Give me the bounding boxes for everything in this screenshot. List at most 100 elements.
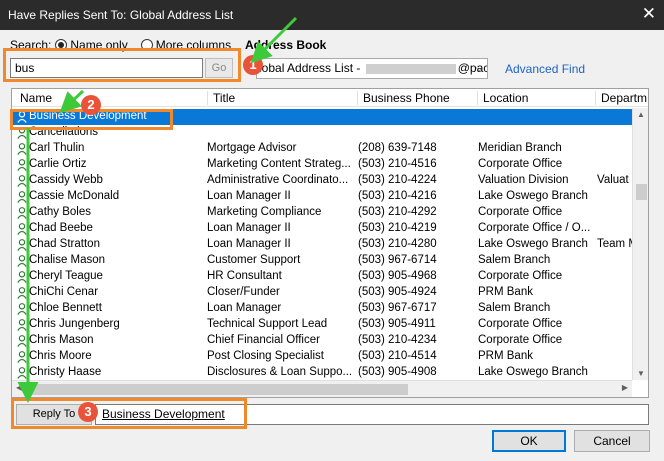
cell-location: Corporate Office: [478, 158, 563, 170]
column-header-phone[interactable]: Business Phone: [363, 91, 450, 105]
step-badge-1: 1: [243, 55, 263, 75]
cell-title: Post Closing Specialist: [207, 350, 324, 362]
table-row[interactable]: Cassidy Webb Administrative Coordinato...…: [12, 173, 632, 189]
scrollbar-thumb[interactable]: [28, 384, 408, 395]
column-divider[interactable]: [207, 91, 208, 105]
person-icon: [17, 287, 27, 299]
table-row[interactable]: Cathy Boles Marketing Compliance (503) 210…: [12, 205, 632, 221]
radio-more-columns[interactable]: More columns: [140, 38, 231, 52]
cell-title: Marketing Content Strateg...: [207, 158, 351, 170]
cell-phone: (503) 210-4224: [358, 174, 437, 186]
table-row[interactable]: Chloe Bennett Loan Manager (503) 967-6717 S…: [12, 301, 632, 317]
search-input[interactable]: [10, 58, 203, 78]
cell-name: Chris Moore: [29, 350, 92, 362]
cell-name: Chris Mason: [29, 334, 94, 346]
table-row[interactable]: Cheryl Teague HR Consultant (503) 905-4968…: [12, 269, 632, 285]
table-row[interactable]: Chris Mason Chief Financial Officer (503) …: [12, 333, 632, 349]
table-row[interactable]: Carl Thulin Mortgage Advisor (208) 639-714…: [12, 141, 632, 157]
address-book-dropdown[interactable]: lobal Address List - @pacresr ⌵: [256, 58, 488, 79]
table-row[interactable]: Chalise Mason Customer Support (503) 967-6…: [12, 253, 632, 269]
cell-name: Carlie Ortiz: [29, 158, 87, 170]
list-rows: Business Development Cancellations Carl Th…: [12, 109, 637, 381]
table-row[interactable]: Chad Beebe Loan Manager II (503) 210-4219 C…: [12, 221, 632, 237]
cell-phone: (503) 905-4911: [358, 318, 436, 330]
scroll-left-icon[interactable]: ◀: [16, 383, 22, 392]
step-badge-2: 2: [81, 95, 101, 115]
cell-title: Loan Manager II: [207, 222, 291, 234]
person-icon: [17, 319, 27, 331]
horizontal-scrollbar[interactable]: ◀ ▶: [12, 380, 632, 397]
window-title: Have Replies Sent To: Global Address Lis…: [8, 8, 234, 22]
table-row[interactable]: Cancellations: [12, 125, 632, 141]
column-header-name[interactable]: Name: [20, 91, 52, 105]
person-icon: [17, 239, 27, 251]
cell-phone: (503) 905-4924: [358, 286, 437, 298]
table-row[interactable]: Carlie Ortiz Marketing Content Strateg...…: [12, 157, 632, 173]
cancel-button[interactable]: Cancel: [574, 430, 650, 452]
ok-button[interactable]: OK: [492, 430, 566, 452]
cell-name: Cathy Boles: [29, 206, 92, 218]
cell-location: Salem Branch: [478, 302, 551, 314]
table-row[interactable]: Christy Haase Disclosures & Loan Suppo...…: [12, 365, 632, 381]
person-icon: [17, 111, 27, 123]
column-header-title[interactable]: Title: [213, 91, 235, 105]
table-row[interactable]: Chris Jungenberg Technical Support Lead (5…: [12, 317, 632, 333]
list-header: Name Title Business Phone Location Depar…: [12, 89, 648, 107]
reply-to-field[interactable]: Business Development: [95, 404, 649, 425]
radio-unselected-icon: [140, 39, 153, 51]
cell-phone: (503) 210-4516: [358, 158, 437, 170]
vertical-scrollbar[interactable]: ▲ ▼: [632, 108, 648, 380]
column-header-department[interactable]: Departm: [601, 91, 647, 105]
search-options: Search: Name only More columns: [10, 38, 240, 52]
scrollbar-thumb[interactable]: [636, 184, 647, 200]
column-divider[interactable]: [477, 91, 478, 105]
reply-to-recipient[interactable]: Business Development: [102, 407, 225, 421]
cell-location: Corporate Office: [478, 270, 563, 282]
advanced-find-link[interactable]: Advanced Find: [505, 62, 585, 76]
table-row[interactable]: Chad Stratton Loan Manager II (503) 210-42…: [12, 237, 637, 253]
table-row[interactable]: Chris Moore Post Closing Specialist (503) …: [12, 349, 632, 365]
cell-phone: (503) 967-6714: [358, 254, 437, 266]
chevron-down-icon: ⌵: [475, 63, 483, 74]
address-list: Name Title Business Phone Location Depar…: [11, 88, 649, 398]
cell-title: Closer/Funder: [207, 286, 280, 298]
dialog-body: Search: Name only More columns Address B…: [0, 30, 664, 461]
scroll-down-icon[interactable]: ▼: [637, 369, 645, 378]
cell-title: Marketing Compliance: [207, 206, 322, 218]
person-icon: [17, 223, 27, 235]
table-row[interactable]: Cassie McDonald Loan Manager II (503) 210-…: [12, 189, 632, 205]
go-button[interactable]: Go: [205, 58, 233, 78]
close-icon[interactable]: ✕: [642, 4, 656, 24]
cell-location: Lake Oswego Branch: [478, 366, 588, 378]
cell-location: Lake Oswego Branch: [478, 238, 588, 250]
cell-location: Valuation Division: [478, 174, 569, 186]
radio-selected-icon: [55, 39, 68, 51]
cell-title: Technical Support Lead: [207, 318, 328, 330]
redacted-block: [365, 63, 456, 74]
column-header-location[interactable]: Location: [483, 91, 528, 105]
cell-location: PRM Bank: [478, 350, 533, 362]
table-row[interactable]: Business Development: [12, 109, 632, 125]
cell-location: Corporate Office: [478, 206, 563, 218]
cell-phone: (503) 210-4234: [358, 334, 437, 346]
cell-phone: (503) 210-4292: [358, 206, 437, 218]
column-divider[interactable]: [357, 91, 358, 105]
cell-location: Salem Branch: [478, 254, 551, 266]
cell-location: Corporate Office: [478, 318, 563, 330]
cell-name: Business Development: [29, 110, 147, 122]
column-divider[interactable]: [595, 91, 596, 105]
cell-phone: (503) 210-4216: [358, 190, 437, 202]
cell-title: HR Consultant: [207, 270, 282, 282]
radio-name-only[interactable]: Name only: [55, 38, 128, 52]
cell-phone: (503) 210-4280: [358, 238, 437, 250]
cell-title: Loan Manager: [207, 302, 282, 314]
address-book-label: Address Book: [245, 38, 327, 52]
person-icon: [17, 143, 27, 155]
table-row[interactable]: ChiChi Cenar Closer/Funder (503) 905-4924 P…: [12, 285, 632, 301]
cell-title: Customer Support: [207, 254, 301, 266]
cell-title: Administrative Coordinato...: [207, 174, 349, 186]
person-icon: [17, 335, 27, 347]
scroll-right-icon[interactable]: ▶: [622, 383, 628, 392]
cell-location: Corporate Office / O...: [478, 222, 591, 234]
scroll-up-icon[interactable]: ▲: [637, 110, 645, 119]
